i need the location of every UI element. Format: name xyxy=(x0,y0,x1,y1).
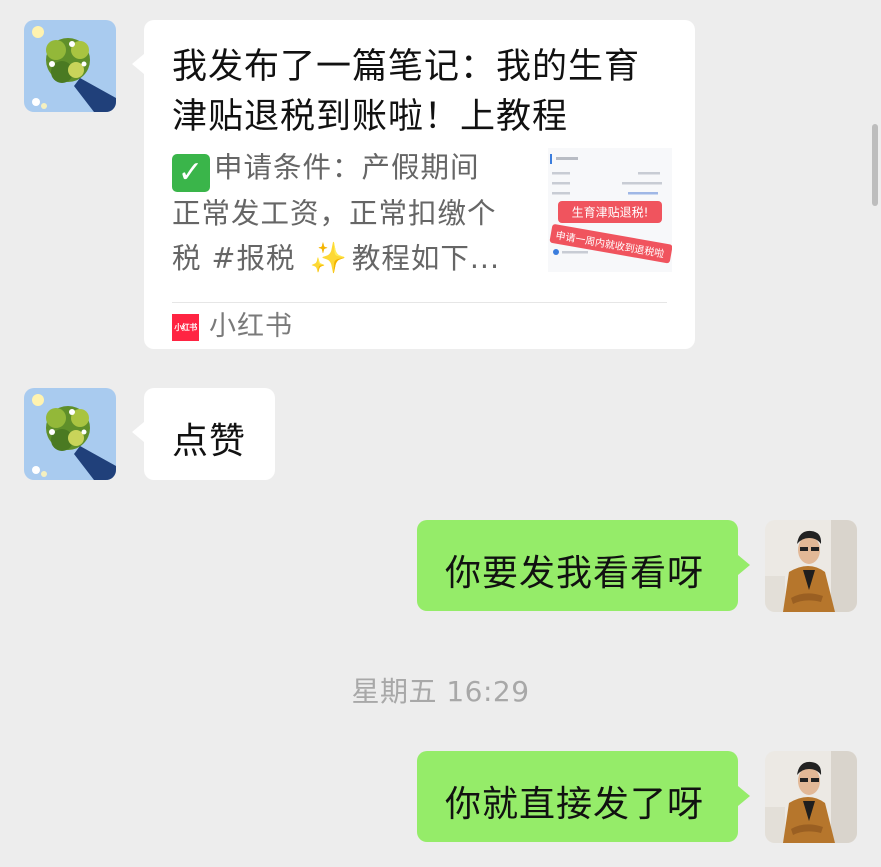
bubble-tail xyxy=(132,54,144,74)
contact-avatar[interactable] xyxy=(24,20,116,112)
sparkles-icon: ✨ xyxy=(309,240,348,276)
card-description-line: 正常发工资，正常扣缴个 xyxy=(172,197,497,230)
contact-avatar[interactable] xyxy=(24,388,116,480)
card-description-line: 申请条件：产假期间 xyxy=(214,151,480,184)
scrollbar-thumb[interactable] xyxy=(872,124,878,206)
message-bubble-outgoing[interactable]: 你就直接发了呀 xyxy=(417,751,750,842)
card-description: ✓ 申请条件：产假期间 正常发工资，正常扣缴个 税 #报税 ✨ 教程如下... xyxy=(172,146,532,281)
message-bubble-outgoing[interactable]: 你要发我看看呀 xyxy=(417,520,750,611)
card-description-line: 税 #报税 xyxy=(172,241,306,275)
card-title: 我发布了一篇笔记：我的生育津贴退税到账啦！上教程 xyxy=(172,47,641,137)
bubble-tail xyxy=(738,555,750,575)
message-timestamp: 星期五 16:29 xyxy=(351,675,530,708)
card-description-line: 教程如下... xyxy=(351,241,501,275)
message-text: 点赞 xyxy=(172,421,247,462)
message-text: 你要发我看看呀 xyxy=(445,553,705,594)
thumbnail-banner-1: 生育津贴退税! xyxy=(572,205,649,220)
bubble-tail xyxy=(132,422,144,442)
card-source-name: 小红书 xyxy=(209,311,293,342)
card-divider xyxy=(172,302,667,303)
card-thumbnail: 生育津贴退税! 申请一周内就收到退税啦 xyxy=(548,148,672,272)
xiaohongshu-logo-icon: 小红书 xyxy=(172,314,199,341)
my-avatar[interactable] xyxy=(765,751,857,843)
message-text: 你就直接发了呀 xyxy=(445,784,705,825)
check-mark-icon: ✓ xyxy=(172,154,210,192)
my-avatar[interactable] xyxy=(765,520,857,612)
bubble-tail xyxy=(738,786,750,806)
message-bubble-incoming[interactable]: 点赞 xyxy=(132,388,275,480)
thumbnail-screenshot: 生育津贴退税! 申请一周内就收到退税啦 xyxy=(548,148,672,272)
link-card[interactable]: 我发布了一篇笔记：我的生育津贴退税到账啦！上教程 ✓ 申请条件：产假期间 正常发工… xyxy=(132,20,695,349)
